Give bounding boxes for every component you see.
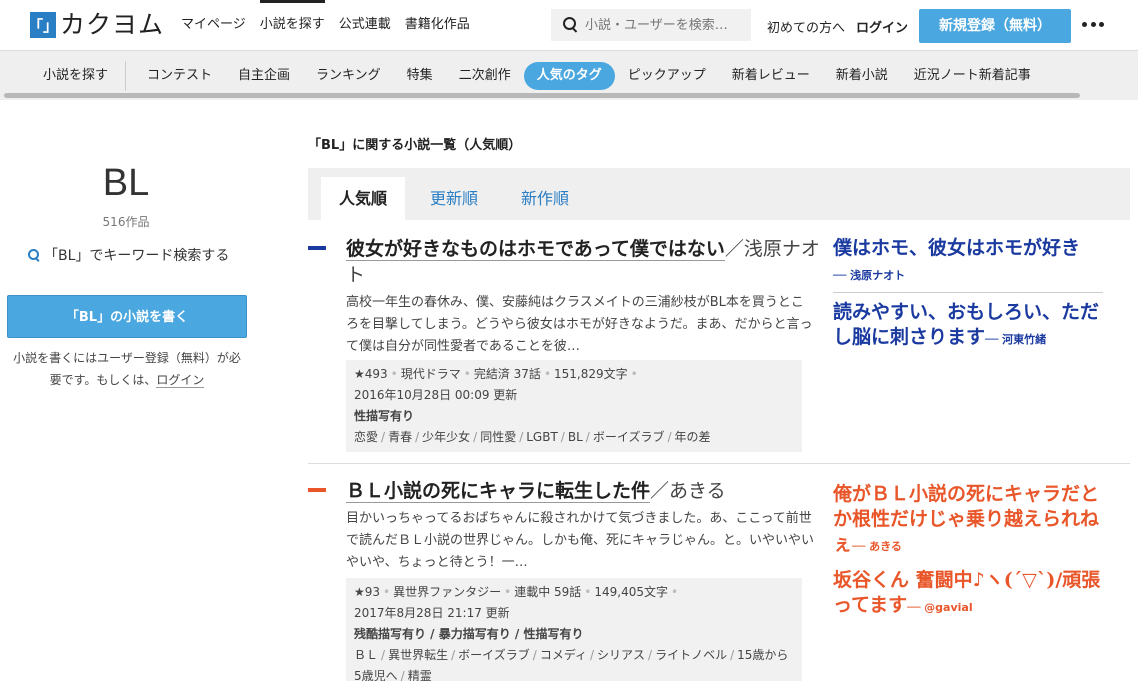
top-header: 「」 カクヨム マイページ 小説を探す 公式連載 書籍化作品 初めての方へ ログ… [0,0,1138,50]
top-nav: マイページ 小説を探す 公式連載 書籍化作品 [181,0,484,50]
logo-mark: 「」 [28,12,58,38]
work-tag[interactable]: ライトノベル [655,648,727,662]
sort-tabs: 人気順 更新順 新作順 [308,168,1130,220]
work-tags: ＢＬ / 異世界転生 / ボーイズラブ / コメディ / シリアス / ライトノベル/15歳から5歳… [354,648,789,681]
work-warnings: 性描写有り [354,409,415,423]
subnav-contest[interactable]: コンテスト [134,62,225,90]
signup-button[interactable]: 新規登録（無料） [919,9,1071,43]
work-tag[interactable]: コメディ [540,648,587,662]
review-author: ── 河東竹緒 [985,333,1047,346]
work-item: 彼女が好きなものはホモであって僕ではない／浅原ナオト 高校一年生の春休み、僕、安… [308,236,1130,456]
subnav-derivative[interactable]: 二次創作 [446,62,524,90]
work-tag[interactable]: BL [568,430,583,444]
sub-navigation: 小説を探す コンテスト 自主企画 ランキング 特集 二次創作 人気のタグ ピック… [0,50,1138,100]
catchphrase-review[interactable]: 僕はホモ、彼女はホモが好き ── 浅原ナオト [833,236,1103,288]
review-author: ── @gavial [907,601,973,614]
work-genre[interactable]: 現代ドラマ [401,367,461,381]
nav-official[interactable]: 公式連載 [339,0,391,50]
horizontal-scrollbar[interactable] [4,93,1080,98]
list-heading: 「BL」に関する小説一覧（人気順） [308,138,522,153]
kakuyomu-logo[interactable]: 「」 カクヨム [28,10,165,39]
work-stars: ★493 [354,367,388,381]
subnav-popular-tags[interactable]: 人気のタグ [523,62,615,90]
more-menu-icon[interactable] [1082,22,1104,28]
work-tag[interactable]: 同性愛 [480,430,516,444]
work-chars: 149,405文字 [594,585,668,599]
login-link[interactable]: ログイン [856,17,908,36]
search-icon [28,249,40,261]
work-intro: 目かいっちゃってるおばちゃんに殺されかけて気づきました。あ、ここって前世で読んだ… [346,511,815,570]
nav-find-novels[interactable]: 小説を探す [259,0,325,50]
subnav-find[interactable]: 小説を探す [30,62,121,90]
nav-published[interactable]: 書籍化作品 [405,0,470,50]
catchphrase-review[interactable]: 坂谷くん 奮闘中♪ヽ(´▽`)/頑張ってます── @gavial [833,568,1103,620]
subnav-pickup[interactable]: ピックアップ [615,62,719,90]
work-chars: 151,829文字 [554,367,628,381]
work-tag[interactable]: 年の差 [675,430,711,444]
work-title-block: ＢＬ小説の死にキャラに転生した件／あきる [346,478,826,504]
keyword-search-label: 「BL」でキーワード検索する [44,248,230,264]
work-stars: ★93 [354,585,381,599]
work-meta: ★93 • 異世界ファンタジー • 連載中 59話 • 149,405文字 • 2017年8月… [346,578,802,681]
subnav-self-project[interactable]: 自主企画 [225,62,303,90]
review-author: ── あきる [852,540,902,553]
subnav-news-notes[interactable]: 近況ノート新着記事 [901,62,1044,90]
work-updated: 2017年8月28日 21:17 更新 [354,606,510,620]
work-title-block: 彼女が好きなものはホモであって僕ではない／浅原ナオト [346,236,826,288]
keyword-search-link[interactable]: 「BL」でキーワード検索する [28,245,229,265]
subnav-new-novels[interactable]: 新着小説 [823,62,901,90]
work-tag[interactable]: ボーイズラブ [593,430,665,444]
tab-popular[interactable]: 人気順 [321,177,406,220]
tag-work-count: 516作品 [102,215,150,229]
work-tag[interactable]: 精霊 [408,669,432,681]
tab-new[interactable]: 新作順 [521,177,569,220]
register-note: 小説を書くにはユーザー登録（無料）が必 要です。もしくは、ログイン [7,347,247,391]
review-text: 僕はホモ、彼女はホモが好き [833,237,1081,259]
logo-text: カクヨム [60,10,165,39]
subnav-ranking[interactable]: ランキング [303,62,394,90]
work-meta: ★493 • 現代ドラマ • 完結済 37話 • 151,829文字 • 2016年10月28… [346,360,802,452]
work-status: 完結済 37話 [473,367,541,381]
work-tags: 恋愛 / 青春 / 少年少女 / 同性愛 / LGBT / BL / ボーイズラブ / 年の差 [354,430,711,444]
search-box[interactable] [551,9,751,41]
review-text: 読みやすい、おもしろい、ただし脳に刺さります [833,301,1100,348]
work-tag[interactable]: LGBT [526,430,558,444]
search-icon [563,17,579,33]
search-input[interactable] [585,17,745,33]
work-genre[interactable]: 異世界ファンタジー [393,585,501,599]
work-warnings: 残酷描写有り / 暴力描写有り / 性描写有り [354,627,584,641]
work-title[interactable]: ＢＬ小説の死にキャラに転生した件 [346,480,651,503]
register-note-line2: 要です。もしくは、 [49,373,157,387]
work-tag[interactable]: 異世界転生 [388,648,448,662]
work-updated: 2016年10月28日 00:09 更新 [354,388,518,402]
tab-updated[interactable]: 更新順 [430,177,478,220]
work-divider [308,463,1130,464]
work-tag[interactable]: ＢＬ [354,648,378,662]
register-note-line1: 小説を書くにはユーザー登録（無料）が必 [13,351,241,365]
tag-title: BL [102,162,150,204]
subnav-divider [125,61,127,91]
sidebar-login-link[interactable]: ログイン [156,373,205,388]
work-accent-bar [308,246,326,250]
first-time-link[interactable]: 初めての方へ [767,17,845,36]
catchphrase-review[interactable]: 俺がＢＬ小説の死にキャラだとか根性だけじゃ乗り越えられねぇ── あきる [833,482,1103,559]
work-title[interactable]: 彼女が好きなものはホモであって僕ではない [346,238,725,261]
catchphrase-review[interactable]: 読みやすい、おもしろい、ただし脳に刺さります── 河東竹緒 [833,300,1103,352]
work-tag[interactable]: 恋愛 [354,430,378,444]
nav-mypage[interactable]: マイページ [181,0,246,50]
work-author[interactable]: ／あきる [650,480,726,502]
work-tag[interactable]: ボーイズラブ [458,648,530,662]
subnav-feature[interactable]: 特集 [394,62,446,90]
work-item: ＢＬ小説の死にキャラに転生した件／あきる 目かいっちゃってるおばちゃんに殺されか… [308,478,1130,681]
work-status: 連載中 59話 [514,585,582,599]
write-novel-button[interactable]: 「BL」の小説を書く [7,295,247,338]
work-tag[interactable]: 青春 [388,430,412,444]
work-tag[interactable]: 少年少女 [422,430,470,444]
work-accent-bar [308,488,326,492]
review-divider [833,292,1103,293]
work-intro: 高校一年生の春休み、僕、安藤純はクラスメイトの三浦紗枝がBL本を買うところを目撃… [346,295,813,354]
subnav-new-reviews[interactable]: 新着レビュー [719,62,823,90]
review-author: ── 浅原ナオト [833,269,906,282]
work-tag[interactable]: シリアス [597,648,645,662]
